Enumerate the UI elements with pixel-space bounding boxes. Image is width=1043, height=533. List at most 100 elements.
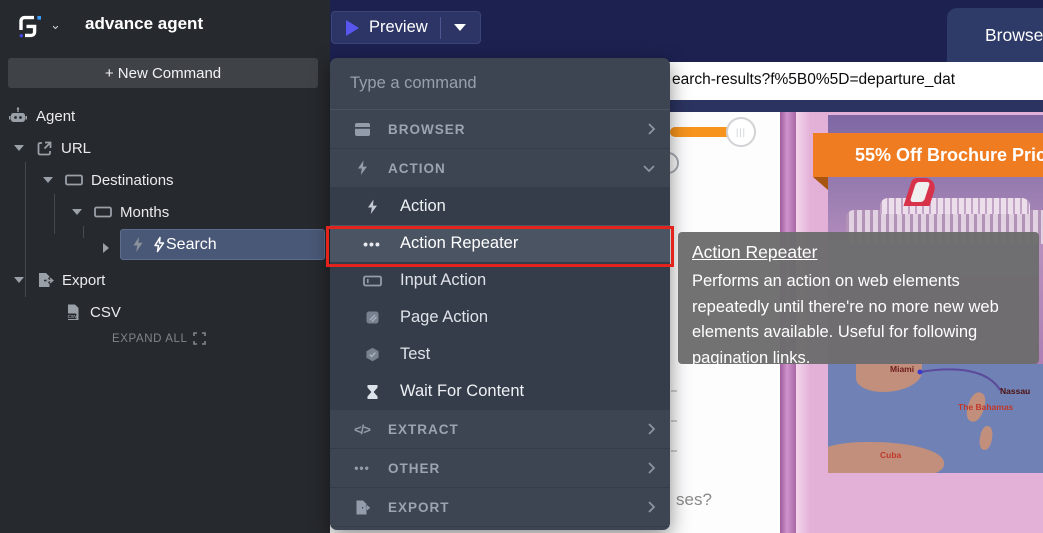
chevron-down-icon[interactable] xyxy=(14,145,24,151)
expand-all-button[interactable]: EXPAND ALL xyxy=(112,332,206,345)
menu-item-test[interactable]: Test xyxy=(330,336,670,373)
lightning-icon xyxy=(362,199,382,215)
preview-button[interactable]: Preview xyxy=(331,11,481,44)
banner-ribbon-fold xyxy=(813,177,828,190)
agent-title: advance agent xyxy=(85,14,203,34)
price-slider-handle[interactable]: ||| xyxy=(726,117,756,147)
preview-label: Preview xyxy=(369,18,428,37)
command-search-input[interactable] xyxy=(330,58,670,110)
map-label-bahamas: The Bahamas xyxy=(958,402,1013,412)
tree-item-label: Agent xyxy=(36,108,75,125)
test-hexagon-icon xyxy=(362,347,382,362)
input-box-icon xyxy=(362,274,382,288)
ship-deck xyxy=(880,198,1030,214)
tooltip-title: Action Repeater xyxy=(692,242,1025,263)
chevron-right-icon xyxy=(647,422,656,436)
banner-text: 55% Off Brochure Price xyxy=(855,145,1043,166)
tree-item-url[interactable]: URL xyxy=(14,135,91,161)
tree-item-agent[interactable]: Agent xyxy=(8,103,75,129)
menu-item-label: Wait For Content xyxy=(400,382,524,401)
chevron-down-icon[interactable] xyxy=(14,277,24,283)
tree-guide-line xyxy=(54,194,55,234)
menu-item-label: Input Action xyxy=(400,271,486,290)
menu-section-label: OTHER xyxy=(388,461,440,476)
chevron-down-icon[interactable]: ⌄ xyxy=(50,17,61,33)
form-line xyxy=(671,420,677,422)
menu-item-label: Test xyxy=(400,345,430,364)
tree-item-csv[interactable]: CSV CSV xyxy=(64,299,121,325)
csv-file-icon: CSV xyxy=(64,303,82,322)
form-line xyxy=(671,450,677,452)
code-icon: </> xyxy=(352,422,372,437)
menu-item-label: Action Repeater xyxy=(400,234,518,253)
map-label-nassau: Nassau xyxy=(1000,386,1030,396)
chevron-down-icon xyxy=(642,164,656,173)
dots-icon: ••• xyxy=(352,461,372,475)
url-bar[interactable]: earch-results?f%5B0%5D=departure_dat xyxy=(655,62,1043,100)
input-box-icon xyxy=(65,173,83,187)
menu-item-action[interactable]: Action xyxy=(330,188,670,225)
chevron-down-icon[interactable] xyxy=(454,24,466,31)
tooltip-body: Performs an action on web elements repea… xyxy=(692,269,1025,371)
url-text: earch-results?f%5B0%5D=departure_dat xyxy=(672,71,955,89)
menu-section-label: EXTRACT xyxy=(388,422,459,437)
export-file-icon xyxy=(352,499,372,516)
sidebar-header: ⌄ advance agent xyxy=(0,0,330,52)
button-divider xyxy=(440,17,441,39)
caribbean-map: Miami Nassau The Bahamas Cuba xyxy=(828,364,1043,473)
chevron-down-icon[interactable] xyxy=(72,209,82,215)
menu-section-extract[interactable]: </> EXTRACT xyxy=(330,410,670,449)
export-file-icon xyxy=(36,271,54,289)
route-line xyxy=(828,364,1043,473)
tree-chevron-search[interactable] xyxy=(103,235,109,261)
dots-icon: ••• xyxy=(362,236,382,252)
robot-icon xyxy=(8,106,28,126)
app-logo-icon[interactable] xyxy=(10,8,46,44)
chevron-right-icon xyxy=(647,461,656,475)
expand-all-label: EXPAND ALL xyxy=(112,333,187,345)
menu-item-input-action[interactable]: Input Action xyxy=(330,262,670,299)
chevron-right-icon[interactable] xyxy=(103,243,109,253)
tree-item-search-selected[interactable]: Search xyxy=(120,229,325,260)
partial-question-text: ses? xyxy=(676,490,712,510)
svg-text:CSV: CSV xyxy=(68,313,78,318)
menu-section-other[interactable]: ••• OTHER xyxy=(330,449,670,488)
chevron-right-icon xyxy=(647,500,656,514)
browse-label: Browse xyxy=(985,25,1043,46)
tree-item-export[interactable]: Export xyxy=(14,267,105,293)
page-icon xyxy=(362,310,382,325)
sidebar: ⌄ advance agent + New Command Agent U xyxy=(0,0,330,533)
tree-item-months[interactable]: Months xyxy=(72,199,169,225)
menu-section-action[interactable]: ACTION xyxy=(330,149,670,188)
tree-item-label: CSV xyxy=(90,304,121,321)
hourglass-icon xyxy=(362,384,382,400)
command-menu: BROWSER ACTION Action ••• Action Rep xyxy=(330,58,670,530)
chevron-right-icon xyxy=(647,122,656,136)
play-icon xyxy=(346,20,359,36)
menu-item-label: Action xyxy=(400,197,446,216)
chevron-down-icon[interactable] xyxy=(43,177,53,183)
menu-section-export[interactable]: EXPORT xyxy=(330,488,670,527)
promo-banner: 55% Off Brochure Price xyxy=(813,133,1043,177)
lightning-icon xyxy=(131,236,145,253)
action-repeater-tooltip: Action Repeater Performs an action on we… xyxy=(678,232,1039,364)
tree-item-label: Export xyxy=(62,272,105,289)
browser-icon xyxy=(352,122,372,137)
menu-section-label: ACTION xyxy=(388,161,446,176)
tree-item-label: Destinations xyxy=(91,172,174,189)
tree-item-destinations[interactable]: Destinations xyxy=(43,167,174,193)
expand-icon xyxy=(193,332,206,345)
tree-item-label: Search xyxy=(166,236,217,254)
action-bolt-icon xyxy=(152,236,166,253)
tab-browse[interactable]: Browse xyxy=(947,8,1043,62)
tree-item-label: URL xyxy=(61,140,91,157)
menu-item-page-action[interactable]: Page Action xyxy=(330,299,670,336)
new-command-button[interactable]: + New Command xyxy=(8,58,318,88)
menu-section-browser[interactable]: BROWSER xyxy=(330,110,670,149)
menu-item-label: Page Action xyxy=(400,308,488,327)
menu-item-wait-for-content[interactable]: Wait For Content xyxy=(330,373,670,410)
form-line xyxy=(671,390,677,392)
app-window: Preview Browse earch-results?f%5B0%5D=de… xyxy=(0,0,1043,533)
lightning-icon xyxy=(352,160,372,176)
menu-item-action-repeater[interactable]: ••• Action Repeater xyxy=(330,225,670,262)
